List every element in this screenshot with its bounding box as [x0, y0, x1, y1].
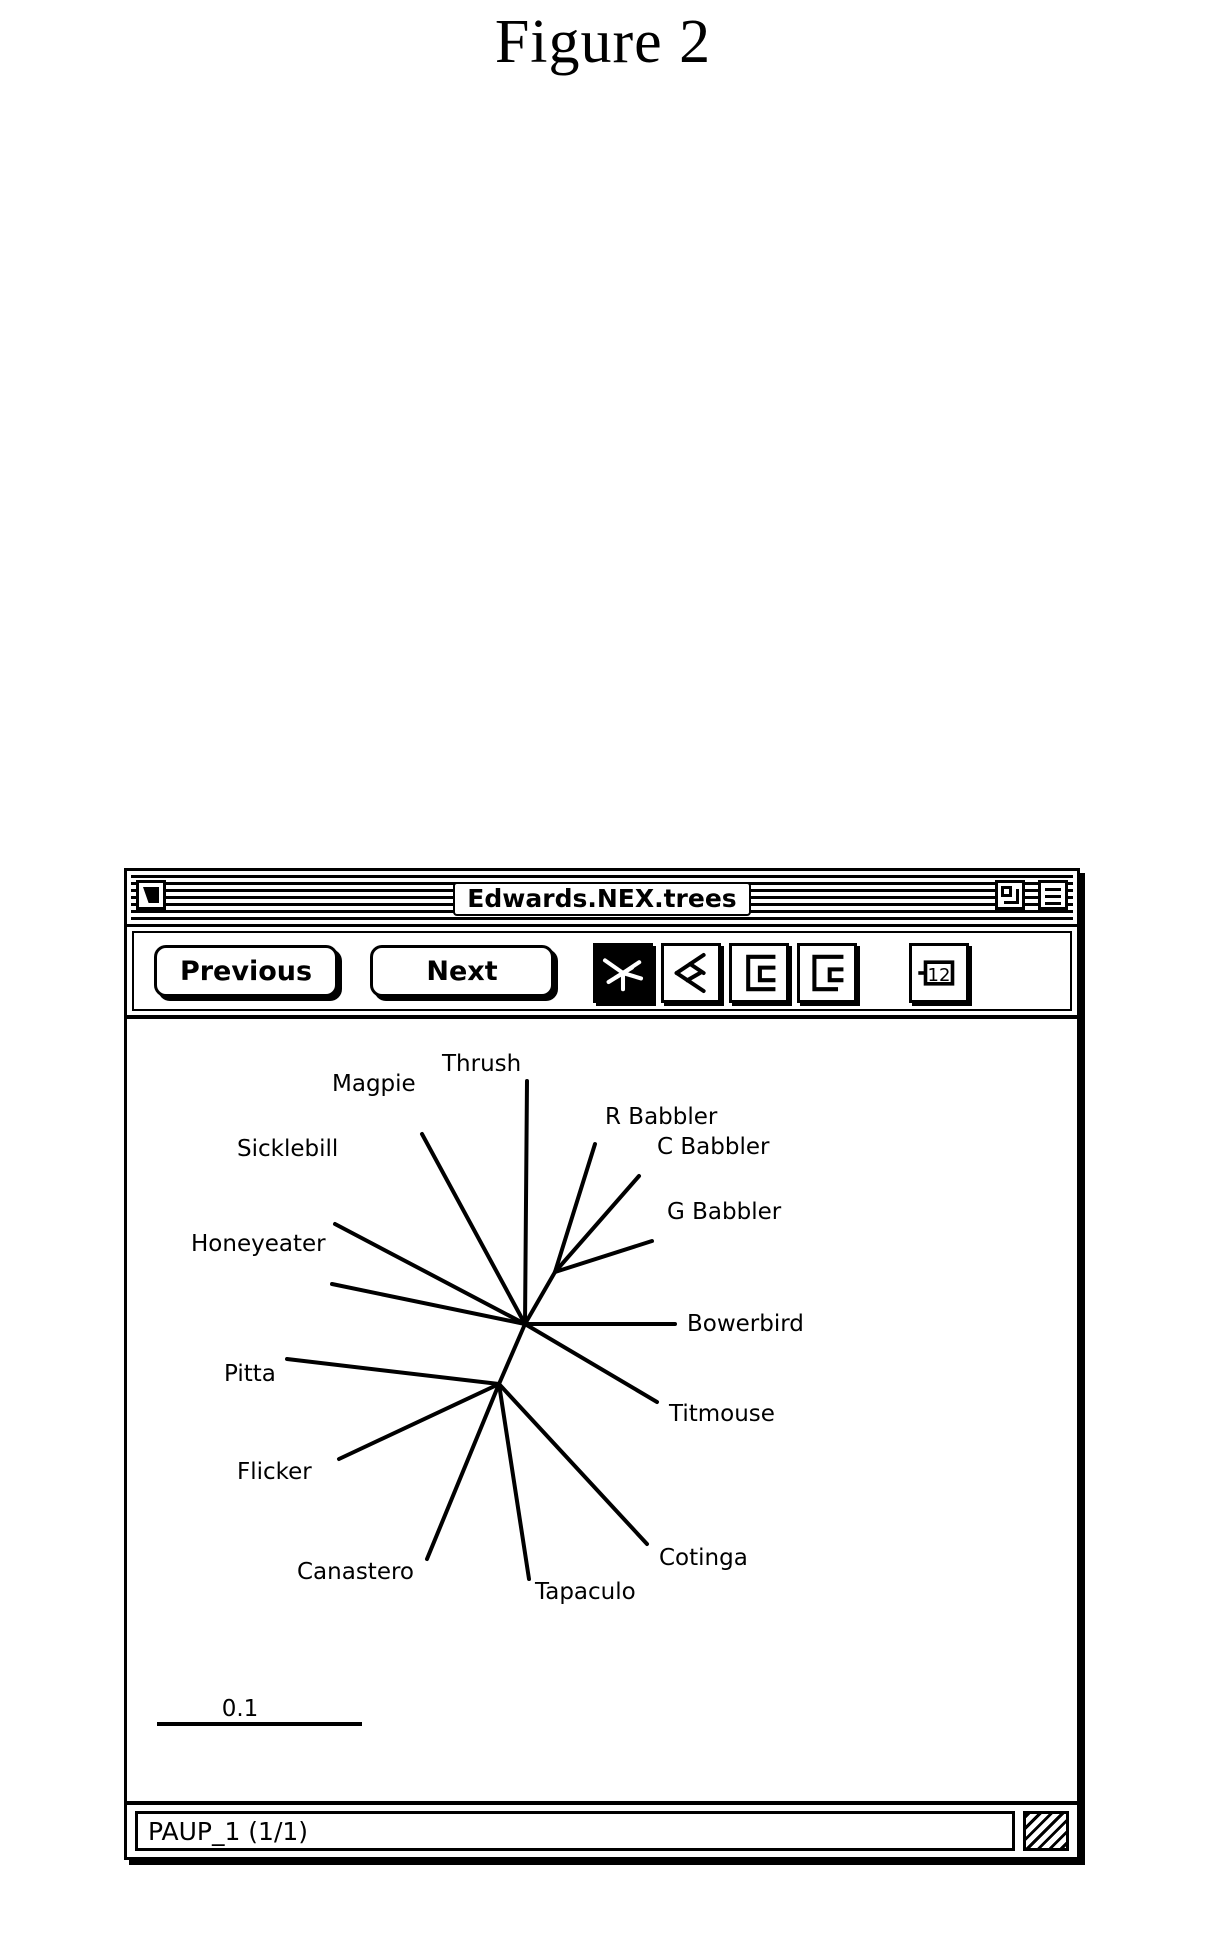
- rectangular-phylogram-icon[interactable]: [797, 943, 857, 1003]
- taxon-label-flicker: Flicker: [237, 1459, 312, 1485]
- toolbar: Previous Next 12: [127, 927, 1077, 1019]
- taxon-label-c-babbler: C Babbler: [657, 1134, 770, 1160]
- unrooted-tree-icon[interactable]: [593, 943, 653, 1003]
- svg-text:12: 12: [928, 965, 951, 986]
- grow-box-icon[interactable]: [1023, 1811, 1069, 1851]
- taxon-labels: Thrush Magpie Sicklebill Honeyeater Pitt…: [191, 1051, 804, 1605]
- taxon-label-pitta: Pitta: [224, 1361, 276, 1387]
- taxon-label-thrush: Thrush: [441, 1051, 521, 1077]
- tree-branches: [285, 1079, 677, 1581]
- taxon-label-sicklebill: Sicklebill: [237, 1136, 338, 1162]
- slanted-cladogram-icon[interactable]: [661, 943, 721, 1003]
- taxon-label-honeyeater: Honeyeater: [191, 1231, 326, 1257]
- rectangular-cladogram-icon[interactable]: [729, 943, 789, 1003]
- taxon-label-magpie: Magpie: [332, 1071, 416, 1097]
- branch-internal-lower: [497, 1322, 527, 1386]
- branch-internal-babbler: [523, 1270, 557, 1326]
- branch-flicker: [337, 1382, 501, 1461]
- taxon-label-r-babbler: R Babbler: [605, 1104, 718, 1130]
- close-box-glyph: [143, 887, 159, 903]
- application-window: Edwards.NEX.trees Previous Next 12 0.1 T…: [124, 868, 1080, 1860]
- scale-bar-label: 0.1: [222, 1696, 259, 1722]
- branch-thrush: [523, 1079, 529, 1326]
- collapse-box-icon[interactable]: [1038, 880, 1068, 910]
- close-box-icon[interactable]: [136, 880, 166, 910]
- status-text: PAUP_1 (1/1): [135, 1811, 1015, 1851]
- taxon-label-bowerbird: Bowerbird: [687, 1311, 804, 1337]
- taxon-label-titmouse: Titmouse: [668, 1401, 775, 1427]
- title-bar-stripes: [131, 875, 1073, 920]
- branch-canastero: [425, 1382, 501, 1561]
- branch-lengths-icon[interactable]: 12: [909, 943, 969, 1003]
- collapse-box-glyph: [1045, 888, 1061, 891]
- taxon-label-canastero: Canastero: [297, 1559, 414, 1585]
- next-button[interactable]: Next: [370, 945, 554, 997]
- tree-canvas[interactable]: 0.1 Thrush Magpie Sicklebill Honeyeater …: [127, 1019, 1077, 1779]
- scale-bar: 0.1: [157, 1696, 362, 1726]
- zoom-box-glyph-large: [1004, 889, 1019, 904]
- taxon-label-g-babbler: G Babbler: [667, 1199, 782, 1225]
- taxon-label-cotinga: Cotinga: [659, 1545, 748, 1571]
- page-title: Figure 2: [494, 8, 712, 76]
- branch-pitta: [285, 1357, 501, 1386]
- branch-r-babbler: [553, 1142, 597, 1274]
- phylogenetic-tree: 0.1 Thrush Magpie Sicklebill Honeyeater …: [157, 1051, 804, 1726]
- branch-honeyeater: [330, 1282, 527, 1326]
- window-title-bar[interactable]: Edwards.NEX.trees: [127, 871, 1077, 927]
- status-bar: PAUP_1 (1/1): [127, 1801, 1077, 1857]
- taxon-label-tapaculo: Tapaculo: [534, 1579, 636, 1605]
- zoom-box-icon[interactable]: [995, 880, 1025, 910]
- branch-titmouse: [523, 1322, 659, 1404]
- previous-button[interactable]: Previous: [154, 945, 338, 997]
